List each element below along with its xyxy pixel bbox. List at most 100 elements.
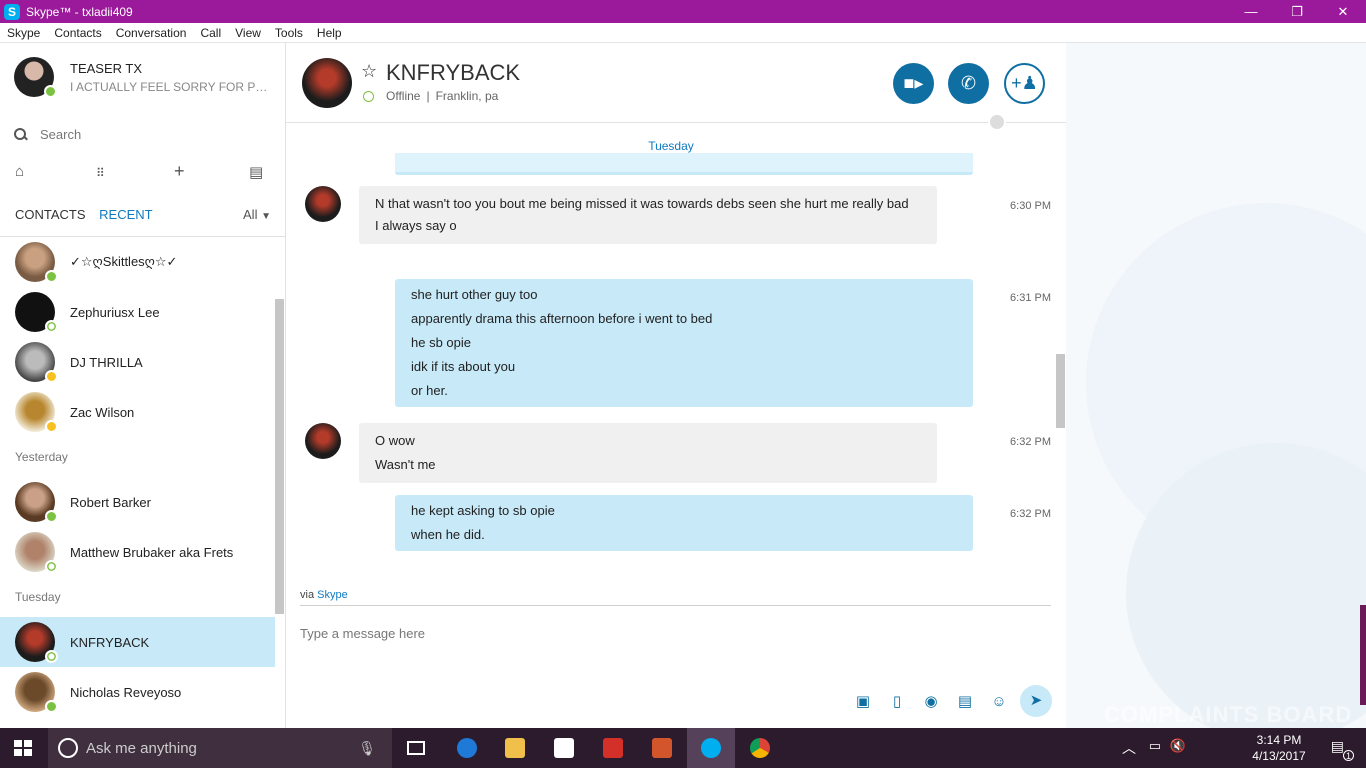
message-text: she hurt other guy too xyxy=(411,287,538,302)
contact-item[interactable]: Zac Wilson xyxy=(0,387,275,437)
own-profile[interactable]: TEASER TX I ACTUALLY FEEL SORRY FOR PEOP… xyxy=(14,57,270,98)
home-icon[interactable]: ⌂ xyxy=(15,163,24,180)
send-contact-icon[interactable]: ▤ xyxy=(948,692,982,710)
search-input[interactable]: Search xyxy=(40,127,81,142)
cortana-search-box[interactable]: Ask me anything 🎙 xyxy=(48,728,392,768)
voice-call-button[interactable]: ✆ xyxy=(948,63,989,104)
close-button[interactable]: ✕ xyxy=(1320,0,1366,23)
contact-item[interactable]: Robert Barker xyxy=(0,477,275,527)
add-people-button[interactable]: +♟ xyxy=(1004,63,1045,104)
contact-list: ✓☆ღSkittlesღ☆✓ Zephuriusx Lee DJ THRILLA… xyxy=(0,237,275,717)
message-text: he sb opie xyxy=(411,335,471,350)
message-time: 6:32 PM xyxy=(1010,436,1051,448)
message-avatar xyxy=(305,423,341,459)
video-camera-icon: ■▸ xyxy=(903,73,924,93)
contact-item[interactable]: Matthew Brubaker aka Frets xyxy=(0,527,275,577)
message-time: 6:31 PM xyxy=(1010,292,1051,304)
conversation-pane: ☆ KNFRYBACK Offline | Franklin, pa ■▸ ✆ … xyxy=(286,43,1066,728)
contact-avatar xyxy=(15,292,58,333)
add-icon[interactable]: + xyxy=(174,161,185,182)
via-label: via Skype xyxy=(300,589,348,601)
reader-app-icon[interactable] xyxy=(589,728,637,768)
emoticon-icon[interactable]: ☺ xyxy=(982,693,1016,710)
contact-item[interactable]: Nicholas Reveyoso xyxy=(0,667,275,717)
contact-avatar xyxy=(15,622,58,663)
menu-help[interactable]: Help xyxy=(310,26,349,40)
outgoing-message: he kept asking to sb opie when he did. xyxy=(395,495,973,551)
taskbar: Ask me anything 🎙 ︿ ▭ 🔇 3:14 PM 4/13/201… xyxy=(0,728,1366,768)
sidebar: TEASER TX I ACTUALLY FEEL SORRY FOR PEOP… xyxy=(0,43,286,728)
menu-contacts[interactable]: Contacts xyxy=(47,26,108,40)
contact-name: Matthew Brubaker aka Frets xyxy=(70,544,234,560)
send-media-icon[interactable]: ▣ xyxy=(846,692,880,710)
office-app-icon[interactable] xyxy=(638,728,686,768)
own-mood[interactable]: I ACTUALLY FEEL SORRY FOR PEOP... xyxy=(70,80,270,94)
contact-item-selected[interactable]: KNFRYBACK xyxy=(0,617,275,667)
contact-item[interactable]: DJ THRILLA xyxy=(0,337,275,387)
task-view-icon[interactable] xyxy=(392,728,440,768)
filter-dropdown[interactable]: All ▼ xyxy=(243,207,271,222)
message-input[interactable]: Type a message here xyxy=(300,626,425,641)
message-text: Wasn't me xyxy=(375,457,436,472)
window-title: Skype™ - txladii409 xyxy=(26,4,133,19)
contact-name: Zac Wilson xyxy=(70,404,135,420)
contact-name: DJ THRILLA xyxy=(70,354,143,370)
action-center-icon[interactable]: ▤ xyxy=(1331,738,1344,755)
contact-avatar xyxy=(15,392,58,433)
microphone-icon[interactable]: 🎙 xyxy=(358,740,376,757)
favorite-star-icon[interactable]: ☆ xyxy=(361,61,377,82)
contact-avatar xyxy=(15,342,58,383)
online-status-icon xyxy=(45,510,58,523)
clock-time[interactable]: 3:14 PM xyxy=(1244,733,1314,747)
own-avatar[interactable] xyxy=(14,57,57,98)
file-explorer-icon[interactable] xyxy=(491,728,539,768)
conversation-contact-name: KNFRYBACK xyxy=(386,60,521,85)
via-skype-link[interactable]: Skype xyxy=(317,589,348,601)
message-text: I always say o xyxy=(375,218,457,233)
online-status-icon xyxy=(45,270,58,283)
dialpad-icon[interactable]: ⠿ xyxy=(96,166,105,180)
store-icon[interactable] xyxy=(540,728,588,768)
tab-contacts[interactable]: CONTACTS xyxy=(15,207,86,222)
section-header-yesterday: Yesterday xyxy=(15,450,68,464)
video-message-icon[interactable]: ◉ xyxy=(914,692,948,710)
battery-icon[interactable]: ▭ xyxy=(1149,738,1161,754)
add-person-icon: +♟ xyxy=(1011,73,1038,93)
divider xyxy=(300,605,1051,606)
watermark-logo: COMPLAINTS BOARD xyxy=(1104,702,1353,727)
menu-conversation[interactable]: Conversation xyxy=(109,26,194,40)
edge-browser-icon[interactable] xyxy=(443,728,491,768)
volume-muted-icon[interactable]: 🔇 xyxy=(1170,738,1186,754)
windows-start-icon[interactable] xyxy=(14,740,32,756)
contact-tabs: CONTACTS RECENT All ▼ xyxy=(15,207,271,222)
sidebar-scrollbar[interactable] xyxy=(275,299,284,614)
menu-skype[interactable]: Skype xyxy=(0,26,47,40)
chrome-icon[interactable] xyxy=(736,728,784,768)
menu-view[interactable]: View xyxy=(228,26,268,40)
tab-recent[interactable]: RECENT xyxy=(99,207,152,222)
contact-status-line: Offline | Franklin, pa xyxy=(363,89,498,103)
chevron-down-icon: ▼ xyxy=(261,211,271,222)
conversation-scrollbar[interactable] xyxy=(1056,354,1065,428)
menu-tools[interactable]: Tools xyxy=(268,26,310,40)
minimize-button[interactable]: — xyxy=(1228,0,1274,23)
message-time: 6:30 PM xyxy=(1010,200,1051,212)
window-controls: — ❐ ✕ xyxy=(1228,0,1366,23)
online-status-icon xyxy=(44,85,57,98)
cortana-search-input[interactable]: Ask me anything xyxy=(86,740,197,757)
skype-taskbar-icon[interactable] xyxy=(687,728,735,768)
video-call-button[interactable]: ■▸ xyxy=(893,63,934,104)
menu-call[interactable]: Call xyxy=(193,26,228,40)
maximize-button[interactable]: ❐ xyxy=(1274,0,1320,23)
message-text: or her. xyxy=(411,383,448,398)
clock-date[interactable]: 4/13/2017 xyxy=(1244,749,1314,763)
contact-item[interactable]: ✓☆ღSkittlesღ☆✓ xyxy=(0,237,275,287)
send-button[interactable]: ➤ xyxy=(1020,685,1052,717)
search-box[interactable]: Search xyxy=(14,123,272,147)
right-pane xyxy=(1066,43,1366,728)
contact-item[interactable]: Zephuriusx Lee xyxy=(0,287,275,337)
contact-header-avatar[interactable] xyxy=(302,58,352,108)
chevron-up-icon[interactable]: ︿ xyxy=(1122,738,1136,758)
new-message-icon[interactable]: ▤ xyxy=(249,163,263,181)
send-file-icon[interactable]: ▯ xyxy=(880,692,914,710)
